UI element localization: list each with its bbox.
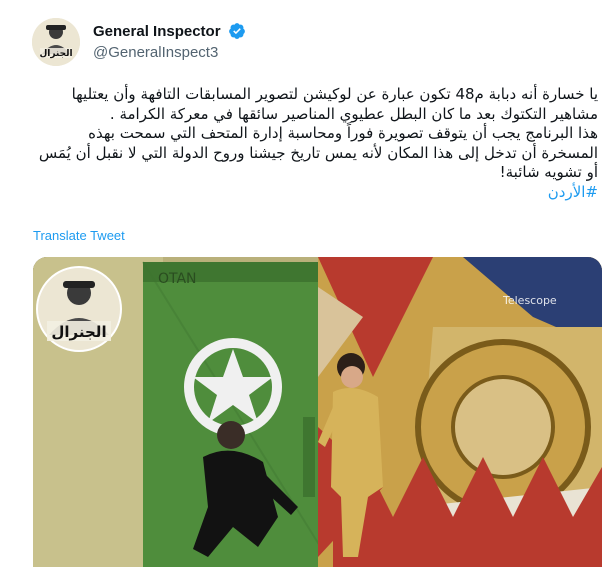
media-watermark-text: الجنرال [51,323,106,341]
tweet-paragraph-1: يا خسارة أنه دبابة م48 تكون عبارة عن لوك… [71,85,598,123]
verified-badge-icon [229,23,245,39]
tweet[interactable]: الجنرال General Inspector @GeneralInspec… [0,0,608,567]
author-block: General Inspector @GeneralInspect3 [93,22,246,61]
scene-text-right: Telescope [502,294,557,307]
author-avatar[interactable]: الجنرال [32,18,80,66]
tweet-text: يا خسارة أنه دبابة م48 تكون عبارة عن لوك… [30,85,598,202]
author-handle[interactable]: @GeneralInspect3 [93,44,246,61]
scene-text-left: OTAN [158,271,197,287]
avatar-image: الجنرال [32,18,80,66]
media-video-frame: OTAN Telescope الجنرال [33,257,602,567]
hashtag-link[interactable]: #الأردن [548,183,598,201]
tweet-paragraph-2: هذا البرنامج يجب أن يتوقف تصويرة فوراً و… [38,124,598,181]
avatar-caption: الجنرال [39,49,72,59]
translate-tweet-link[interactable]: Translate Tweet [33,228,125,243]
tweet-media[interactable]: OTAN Telescope الجنرال [33,257,602,567]
author-display-name[interactable]: General Inspector [93,23,221,40]
